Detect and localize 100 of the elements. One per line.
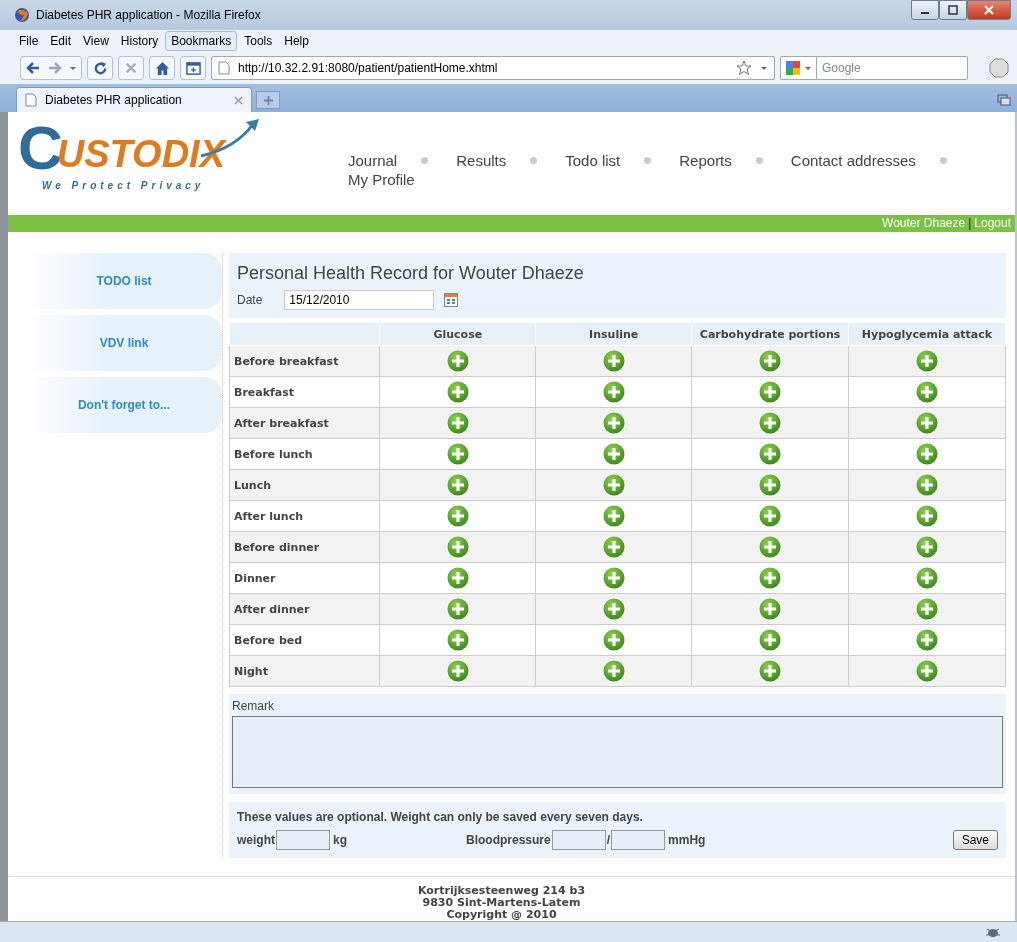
- add-icon[interactable]: [916, 474, 938, 496]
- add-icon[interactable]: [602, 567, 625, 589]
- add-icon[interactable]: [759, 412, 782, 434]
- add-icon[interactable]: [446, 505, 469, 527]
- nav-link[interactable]: Todo list: [565, 152, 621, 169]
- row-label: After breakfast: [229, 407, 380, 439]
- search-field[interactable]: Google: [816, 56, 968, 80]
- add-icon[interactable]: [759, 629, 782, 651]
- add-icon[interactable]: [916, 629, 938, 651]
- reload-button[interactable]: [87, 56, 113, 80]
- dropdown-icon[interactable]: [69, 64, 77, 72]
- date-label: Date: [237, 293, 263, 307]
- nav-link[interactable]: Results: [456, 152, 507, 169]
- address-field[interactable]: http://10.32.2.91:8080/patient/patientHome.xhtml: [211, 56, 775, 80]
- add-icon[interactable]: [602, 629, 625, 651]
- nav-link[interactable]: My Profile: [348, 171, 415, 188]
- add-icon[interactable]: [602, 443, 625, 465]
- add-icon[interactable]: [759, 381, 782, 403]
- stop-button[interactable]: [118, 56, 144, 80]
- bullet-icon: [644, 157, 652, 164]
- search-engine-icon[interactable]: [785, 60, 801, 76]
- close-button[interactable]: [967, 0, 1011, 20]
- row-label: After dinner: [229, 593, 380, 625]
- stop-icon: [124, 61, 138, 75]
- menu-item[interactable]: Edit: [45, 32, 77, 50]
- save-button[interactable]: Save: [952, 830, 998, 850]
- weight-field[interactable]: [276, 830, 330, 850]
- minimize-button[interactable]: [911, 0, 939, 20]
- forward-icon[interactable]: [47, 60, 63, 76]
- add-icon[interactable]: [759, 660, 782, 682]
- add-icon[interactable]: [446, 350, 469, 372]
- dropdown-icon[interactable]: [760, 64, 768, 72]
- systolic-field[interactable]: [551, 830, 606, 850]
- add-icon[interactable]: [759, 536, 782, 558]
- diastolic-field[interactable]: [611, 830, 666, 850]
- add-icon[interactable]: [916, 598, 938, 620]
- maximize-icon: [948, 5, 958, 15]
- add-icon[interactable]: [916, 412, 938, 434]
- add-icon[interactable]: [602, 381, 625, 403]
- add-icon[interactable]: [446, 536, 469, 558]
- add-icon[interactable]: [446, 412, 469, 434]
- tab-list-icon[interactable]: [997, 94, 1011, 106]
- add-icon[interactable]: [916, 536, 938, 558]
- separator: /: [606, 833, 611, 847]
- add-icon[interactable]: [916, 567, 938, 589]
- add-icon[interactable]: [602, 412, 625, 434]
- add-icon[interactable]: [446, 381, 469, 403]
- plus-icon: [262, 94, 274, 106]
- add-icon[interactable]: [602, 350, 625, 372]
- add-icon[interactable]: [602, 474, 625, 496]
- search-engine-button[interactable]: [780, 56, 816, 80]
- add-icon[interactable]: [759, 350, 782, 372]
- menu-item[interactable]: View: [78, 32, 114, 50]
- bullet-icon: [530, 157, 538, 164]
- row-label: After lunch: [229, 500, 380, 532]
- nav-link[interactable]: Contact addresses: [790, 152, 916, 169]
- add-icon[interactable]: [602, 660, 625, 682]
- add-icon[interactable]: [759, 505, 782, 527]
- add-icon[interactable]: [602, 505, 625, 527]
- separator: |: [968, 216, 972, 231]
- add-icon[interactable]: [446, 660, 469, 682]
- add-icon[interactable]: [759, 598, 782, 620]
- bug-icon: [985, 926, 1001, 938]
- add-icon[interactable]: [916, 381, 938, 403]
- remark-field[interactable]: [232, 716, 1003, 788]
- add-icon[interactable]: [446, 567, 469, 589]
- new-window-button[interactable]: [180, 56, 206, 80]
- calendar-icon[interactable]: [444, 293, 459, 307]
- maximize-button[interactable]: [939, 0, 967, 20]
- nav-link[interactable]: Journal: [348, 152, 398, 169]
- nav-link[interactable]: Reports: [679, 152, 732, 169]
- add-icon[interactable]: [916, 505, 938, 527]
- close-icon[interactable]: [234, 95, 243, 105]
- menu-item[interactable]: Tools: [239, 32, 278, 50]
- menu-item[interactable]: History: [115, 32, 164, 50]
- dropdown-icon[interactable]: [804, 64, 812, 72]
- add-icon[interactable]: [446, 474, 469, 496]
- new-tab-button[interactable]: [256, 91, 280, 109]
- add-icon[interactable]: [916, 660, 938, 682]
- footer-text: 9830 Sint-Martens-Latem: [422, 897, 581, 909]
- add-icon[interactable]: [446, 443, 469, 465]
- menu-item[interactable]: Bookmarks: [165, 31, 238, 51]
- menu-item[interactable]: File: [14, 32, 44, 50]
- back-icon[interactable]: [25, 60, 41, 76]
- add-icon[interactable]: [602, 598, 625, 620]
- add-icon[interactable]: [759, 443, 782, 465]
- add-icon[interactable]: [759, 567, 782, 589]
- add-icon[interactable]: [602, 536, 625, 558]
- menu-item[interactable]: Help: [279, 32, 314, 50]
- add-icon[interactable]: [446, 598, 469, 620]
- home-button[interactable]: [149, 56, 175, 80]
- add-icon[interactable]: [916, 443, 938, 465]
- add-icon[interactable]: [446, 629, 469, 651]
- browser-tab[interactable]: Diabetes PHR application: [16, 87, 252, 112]
- star-icon[interactable]: [736, 60, 752, 76]
- date-field[interactable]: 15/12/2010: [284, 290, 435, 310]
- row-label: Before breakfast: [229, 345, 380, 377]
- add-icon[interactable]: [916, 350, 938, 372]
- add-icon[interactable]: [759, 474, 782, 496]
- minimize-icon: [921, 12, 929, 14]
